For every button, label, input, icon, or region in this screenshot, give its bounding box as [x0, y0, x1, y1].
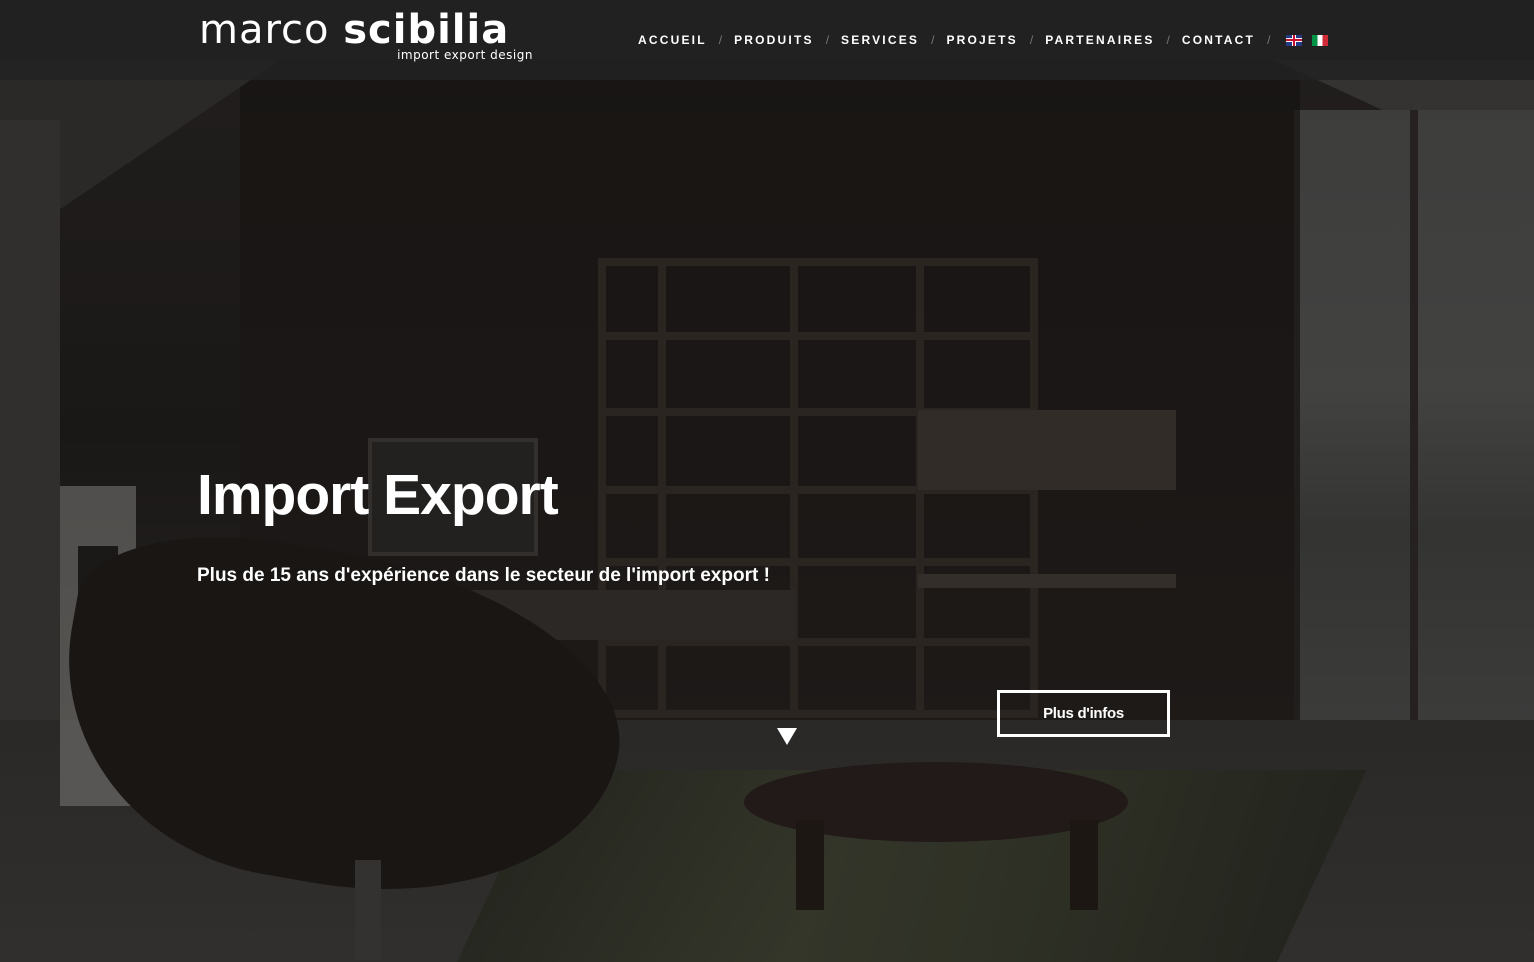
triangle-down-icon[interactable] — [777, 728, 797, 745]
more-info-button[interactable]: Plus d'infos — [997, 690, 1170, 737]
italy-flag-icon[interactable] — [1312, 34, 1329, 46]
uk-flag-icon[interactable] — [1286, 34, 1303, 46]
site-header: marco scibilia import export design ACCU… — [0, 0, 1534, 80]
site-logo[interactable]: marco scibilia import export design — [199, 10, 539, 68]
nav-item-accueil[interactable]: ACCUEIL — [638, 33, 707, 47]
logo-wordmark: marco scibilia — [199, 10, 539, 50]
nav-separator: / — [1267, 33, 1271, 47]
nav-separator: / — [1166, 33, 1170, 47]
hero-title: Import Export — [197, 463, 559, 527]
nav-separator: / — [931, 33, 935, 47]
nav-item-partenaires[interactable]: PARTENAIRES — [1045, 33, 1154, 47]
main-nav: ACCUEIL / PRODUITS / SERVICES / PROJETS … — [638, 32, 1334, 48]
nav-separator: / — [825, 33, 830, 47]
logo-tagline: import export design — [397, 48, 533, 62]
nav-item-contact[interactable]: CONTACT — [1182, 33, 1255, 47]
nav-item-produits[interactable]: PRODUITS — [734, 33, 814, 47]
hero-subtitle: Plus de 15 ans d'expérience dans le sect… — [197, 565, 770, 586]
logo-name-bold: scibilia — [343, 7, 510, 53]
nav-separator: / — [1029, 33, 1034, 47]
nav-separator: / — [718, 33, 723, 47]
nav-item-projets[interactable]: PROJETS — [946, 33, 1017, 47]
nav-item-services[interactable]: SERVICES — [841, 33, 919, 47]
logo-name-light: marco — [199, 7, 330, 53]
